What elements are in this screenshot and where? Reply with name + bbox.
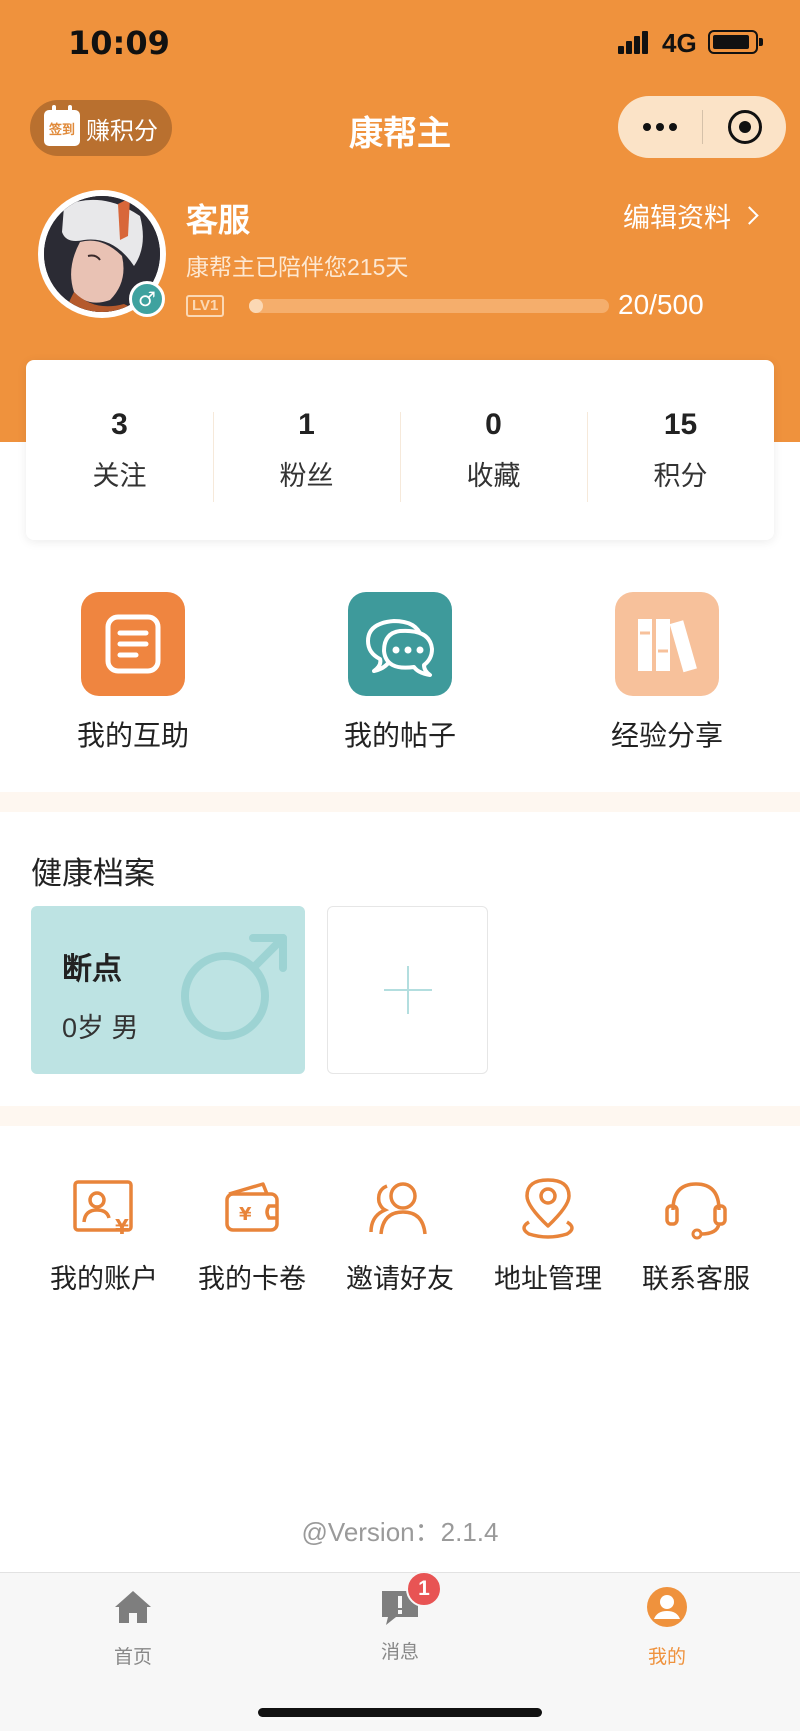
wallet-icon: ¥ bbox=[225, 1182, 279, 1232]
stat-label: 收藏 bbox=[466, 460, 521, 491]
tile-label: 我的帖子 bbox=[343, 720, 456, 751]
chevron-right-icon bbox=[740, 206, 759, 225]
service-contact-support[interactable]: 联系客服 bbox=[626, 1176, 766, 1296]
stat-label: 关注 bbox=[92, 460, 147, 491]
tab-home[interactable]: 首页 bbox=[63, 1585, 203, 1669]
tab-label: 消息 bbox=[380, 1642, 419, 1663]
service-label: 地址管理 bbox=[494, 1264, 602, 1294]
service-label: 我的卡卷 bbox=[198, 1264, 306, 1294]
level-progress-fill bbox=[249, 299, 264, 313]
profile-card-meta: 0岁 男 bbox=[62, 1013, 139, 1043]
stat-label: 积分 bbox=[653, 460, 708, 491]
health-records-title: 健康档案 bbox=[31, 856, 155, 891]
stat-points[interactable]: 15 积分 bbox=[587, 407, 774, 502]
tile-my-mutual-aid[interactable]: 我的互助 bbox=[53, 592, 213, 754]
account-icon: ¥ bbox=[73, 1180, 133, 1239]
chat-bubbles-icon bbox=[348, 592, 452, 696]
tile-label: 我的互助 bbox=[76, 720, 189, 751]
stat-label: 粉丝 bbox=[279, 460, 334, 491]
tab-messages[interactable]: 1 消息 bbox=[330, 1571, 470, 1664]
location-pin-icon bbox=[522, 1178, 574, 1239]
level-progress-text: 20/500 bbox=[618, 289, 704, 320]
target-circle-icon bbox=[727, 110, 762, 144]
home-indicator bbox=[258, 1708, 542, 1717]
tab-mine[interactable]: 我的 bbox=[597, 1585, 737, 1669]
level-badge: LV1 bbox=[186, 295, 225, 317]
stat-value: 15 bbox=[663, 407, 698, 441]
close-miniprogram-button[interactable] bbox=[703, 110, 786, 144]
document-icon bbox=[81, 592, 185, 696]
svg-text:¥: ¥ bbox=[239, 1204, 252, 1225]
user-profile-icon bbox=[647, 1587, 687, 1627]
home-icon bbox=[115, 1591, 151, 1623]
network-type: 4G bbox=[662, 28, 697, 58]
service-my-cards[interactable]: ¥ 我的卡卷 bbox=[182, 1176, 322, 1296]
level-progress-bar bbox=[249, 299, 609, 313]
message-alert-icon: 1 bbox=[378, 1571, 442, 1629]
stat-following[interactable]: 3 关注 bbox=[26, 408, 213, 493]
user-name: 客服 bbox=[186, 202, 251, 238]
bottom-tab-bar: 首页 1 消息 我的 bbox=[0, 1571, 800, 1731]
stat-favorites[interactable]: 0 收藏 bbox=[400, 407, 587, 502]
service-label: 联系客服 bbox=[642, 1264, 750, 1294]
service-invite-friends[interactable]: 邀请好友 bbox=[330, 1176, 470, 1296]
profile-card-name: 断点 bbox=[62, 953, 122, 986]
status-time: 10:09 bbox=[68, 24, 170, 62]
section-divider bbox=[0, 1106, 800, 1126]
version-text: @Version：2.1.4 bbox=[301, 1517, 499, 1547]
service-label: 我的账户 bbox=[50, 1264, 158, 1294]
tile-experience-sharing[interactable]: 经验分享 bbox=[587, 592, 747, 754]
stat-followers[interactable]: 1 粉丝 bbox=[213, 407, 400, 502]
stat-value: 1 bbox=[298, 407, 315, 441]
stat-value: 3 bbox=[111, 407, 128, 441]
add-health-profile-button[interactable] bbox=[327, 906, 488, 1074]
tab-label: 我的 bbox=[647, 1647, 686, 1668]
svg-text:¥: ¥ bbox=[115, 1215, 129, 1239]
status-bar: 10:09 4G bbox=[0, 0, 800, 90]
headset-icon bbox=[665, 1182, 727, 1240]
miniprogram-capsule bbox=[618, 96, 786, 158]
signal-icon bbox=[618, 30, 654, 54]
service-address-management[interactable]: 地址管理 bbox=[478, 1176, 618, 1296]
more-options-button[interactable] bbox=[618, 123, 702, 131]
companion-days: 康帮主已陪伴您215天 bbox=[186, 254, 409, 280]
tab-label: 首页 bbox=[113, 1647, 152, 1668]
stat-value: 0 bbox=[485, 407, 502, 441]
section-divider bbox=[0, 792, 800, 812]
tile-my-posts[interactable]: 我的帖子 bbox=[320, 592, 480, 754]
books-icon bbox=[615, 592, 719, 696]
edit-profile-link[interactable]: 编辑资料 bbox=[623, 196, 759, 235]
service-label: 邀请好友 bbox=[346, 1264, 454, 1294]
health-profile-card[interactable]: 断点 0岁 男 bbox=[31, 906, 305, 1074]
male-symbol-icon bbox=[181, 934, 287, 1040]
invite-friends-icon bbox=[369, 1182, 427, 1235]
edit-profile-label: 编辑资料 bbox=[623, 203, 731, 233]
stats-card: 3 关注 1 粉丝 0 收藏 15 积分 bbox=[26, 360, 774, 540]
male-gender-icon: ♂ bbox=[129, 281, 165, 317]
tile-label: 经验分享 bbox=[610, 720, 723, 751]
battery-icon bbox=[708, 30, 763, 54]
service-my-account[interactable]: ¥ 我的账户 bbox=[34, 1176, 174, 1296]
unread-badge: 1 bbox=[406, 1571, 442, 1607]
more-dots-icon bbox=[643, 123, 651, 131]
